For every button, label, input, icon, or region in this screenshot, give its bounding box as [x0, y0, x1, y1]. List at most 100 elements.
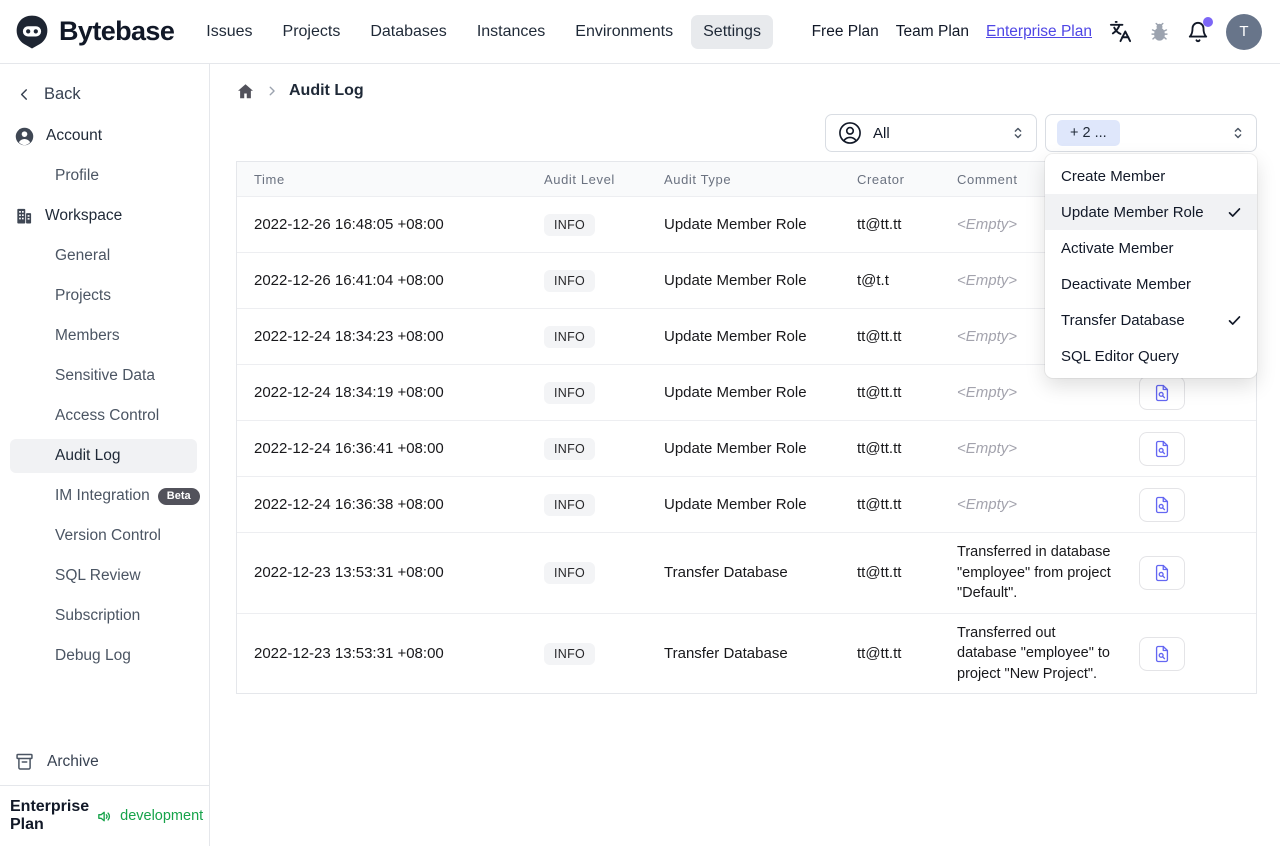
cell-comment: Transferred out database "employee" to p…: [957, 624, 1110, 682]
view-detail-button[interactable]: [1139, 487, 1185, 522]
selected-types-tag: + 2 ...: [1057, 120, 1120, 146]
table-row: 2022-12-24 16:36:41 +08:00 INFO Update M…: [237, 420, 1256, 476]
cell-level: INFO: [527, 325, 647, 348]
sidebar-item-members[interactable]: Members: [0, 316, 209, 356]
section-label: Account: [46, 127, 103, 144]
notification-dot: [1203, 16, 1213, 27]
sidebar-section-workspace: Workspace: [0, 196, 209, 236]
top-navigation: Bytebase Issues Projects Databases Insta…: [0, 0, 1280, 64]
view-detail-button[interactable]: [1139, 431, 1185, 466]
table-row: 2022-12-24 16:36:38 +08:00 INFO Update M…: [237, 476, 1256, 532]
cell-level: INFO: [527, 269, 647, 292]
sidebar-item-sql-review[interactable]: SQL Review: [0, 556, 209, 596]
cell-actions: [1122, 431, 1256, 466]
col-header-type: Audit Type: [664, 171, 732, 187]
cell-actions: [1122, 555, 1256, 590]
menu-item-activate-member[interactable]: Activate Member: [1045, 230, 1257, 266]
sidebar-item-version-control[interactable]: Version Control: [0, 516, 209, 556]
menu-item-create-member[interactable]: Create Member: [1045, 158, 1257, 194]
menu-item-deactivate-member[interactable]: Deactivate Member: [1045, 266, 1257, 302]
free-plan-label[interactable]: Free Plan: [812, 23, 879, 41]
back-label: Back: [44, 85, 81, 103]
cell-creator: tt@tt.tt: [857, 216, 902, 233]
nav-item-settings[interactable]: Settings: [691, 14, 773, 49]
bytebase-logo-icon: [14, 14, 50, 50]
select-updown-chevron-icon: [1009, 124, 1027, 142]
sidebar-nav: Account Profile Workspace General Projec…: [0, 106, 209, 676]
sidebar-item-projects[interactable]: Projects: [0, 276, 209, 316]
nav-item-instances[interactable]: Instances: [465, 15, 557, 49]
view-detail-button[interactable]: [1139, 375, 1185, 410]
menu-item-transfer-database[interactable]: Transfer Database: [1045, 302, 1257, 338]
menu-item-label: Create Member: [1061, 167, 1166, 185]
cell-actions: [1122, 636, 1256, 671]
bug-report-icon[interactable]: [1149, 21, 1170, 42]
cell-time: 2022-12-23 13:53:31 +08:00: [254, 564, 444, 582]
audit-type-filter-select[interactable]: + 2 ...: [1045, 114, 1257, 152]
menu-item-sql-editor-query[interactable]: SQL Editor Query: [1045, 338, 1257, 374]
current-plan-label: Enterprise Plan: [10, 798, 90, 833]
creator-filter-select[interactable]: All: [825, 114, 1037, 152]
cell-level: INFO: [527, 381, 647, 404]
cell-time: 2022-12-24 16:36:38 +08:00: [254, 496, 444, 513]
cell-actions: [1122, 487, 1256, 522]
sidebar-item-debug-log[interactable]: Debug Log: [0, 636, 209, 676]
back-button[interactable]: Back: [0, 64, 209, 106]
col-header-level: Audit Level: [544, 171, 615, 187]
enterprise-plan-link[interactable]: Enterprise Plan: [986, 23, 1092, 41]
cell-comment: <Empty>: [940, 496, 1122, 513]
sidebar-item-audit-log[interactable]: Audit Log: [10, 439, 197, 473]
nav-item-environments[interactable]: Environments: [563, 15, 685, 49]
comment-empty: <Empty>: [957, 272, 1018, 289]
level-badge: INFO: [544, 213, 596, 236]
menu-item-label: Activate Member: [1061, 239, 1174, 257]
account-icon: [14, 126, 35, 147]
menu-item-update-member-role[interactable]: Update Member Role: [1045, 194, 1257, 230]
level-badge: INFO: [544, 642, 596, 665]
beta-badge: Beta: [157, 487, 200, 505]
breadcrumb-chevron-icon: [265, 84, 279, 98]
level-badge: INFO: [544, 325, 596, 348]
sidebar-item-general[interactable]: General: [0, 236, 209, 276]
notifications-bell-icon[interactable]: [1187, 16, 1213, 43]
sidebar-item-access-control[interactable]: Access Control: [0, 396, 209, 436]
nav-item-projects[interactable]: Projects: [271, 15, 353, 49]
cell-level: INFO: [527, 213, 647, 236]
view-detail-button[interactable]: [1139, 555, 1185, 590]
document-search-icon: [1155, 564, 1169, 582]
sidebar-item-profile[interactable]: Profile: [0, 156, 209, 196]
archive-icon: [14, 751, 35, 772]
language-translate-icon[interactable]: [1109, 20, 1132, 43]
cell-comment: <Empty>: [940, 440, 1122, 457]
comment-empty: <Empty>: [957, 440, 1018, 457]
team-plan-label[interactable]: Team Plan: [896, 23, 969, 41]
page-title: Audit Log: [289, 82, 364, 99]
archive-button[interactable]: Archive: [0, 740, 209, 785]
level-badge: INFO: [544, 437, 596, 460]
document-search-icon: [1155, 496, 1169, 513]
cell-type: Transfer Database: [664, 564, 788, 582]
brand-name: Bytebase: [59, 16, 175, 46]
view-detail-button[interactable]: [1139, 636, 1185, 671]
home-icon[interactable]: [236, 82, 255, 101]
user-avatar[interactable]: T: [1226, 13, 1262, 50]
brand-logo[interactable]: Bytebase: [14, 14, 175, 50]
nav-item-issues[interactable]: Issues: [194, 15, 264, 49]
sidebar-item-im-integration[interactable]: IM Integration Beta: [0, 476, 209, 516]
sidebar-item-label: IM Integration: [55, 487, 150, 504]
sidebar-item-sensitive-data[interactable]: Sensitive Data: [0, 356, 209, 396]
document-search-icon: [1155, 645, 1169, 662]
nav-item-databases[interactable]: Databases: [358, 15, 459, 49]
comment-empty: <Empty>: [957, 496, 1018, 513]
col-header-time: Time: [254, 171, 285, 187]
document-search-icon: [1155, 384, 1169, 401]
nav-right-cluster: Free Plan Team Plan Enterprise Plan T: [812, 13, 1262, 50]
level-badge: INFO: [544, 493, 596, 516]
cell-creator: tt@tt.tt: [857, 564, 902, 582]
menu-item-label: Transfer Database: [1061, 311, 1185, 329]
cell-type: Update Member Role: [664, 216, 807, 233]
sidebar-item-subscription[interactable]: Subscription: [0, 596, 209, 636]
table-row: 2022-12-23 13:53:31 +08:00 INFO Transfer…: [237, 612, 1256, 694]
cell-type: Update Member Role: [664, 440, 807, 457]
select-updown-chevron-icon: [1229, 124, 1247, 142]
